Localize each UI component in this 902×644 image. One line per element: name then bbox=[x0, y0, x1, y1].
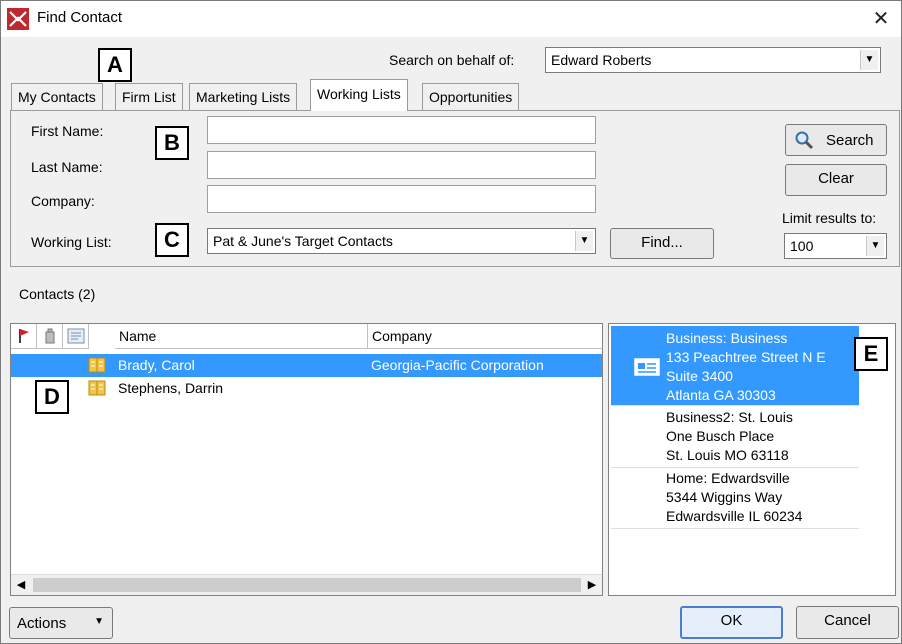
tab-my-contacts[interactable]: My Contacts bbox=[11, 83, 103, 110]
table-row[interactable]: Brady, Carol Georgia-Pacific Corporation bbox=[11, 354, 602, 377]
table-row[interactable]: Stephens, Darrin bbox=[11, 377, 602, 400]
chevron-down-icon[interactable]: ▼ bbox=[866, 236, 884, 256]
address-line: Business: Business bbox=[666, 330, 788, 346]
list-item[interactable]: Business: Business 133 Peachtree Street … bbox=[611, 326, 859, 406]
list-item[interactable]: Home: Edwardsville 5344 Wiggins Way Edwa… bbox=[611, 468, 859, 529]
find-contact-window: Find Contact ✕ A Search on behalf of: Ed… bbox=[0, 0, 902, 644]
building-column-header[interactable] bbox=[37, 324, 63, 349]
card-icon bbox=[67, 328, 85, 344]
company-column-header[interactable]: Company bbox=[368, 324, 602, 349]
first-name-input[interactable] bbox=[207, 116, 596, 144]
last-name-label: Last Name: bbox=[31, 159, 103, 175]
address-line: 133 Peachtree Street N E bbox=[666, 349, 826, 365]
flag-icon bbox=[19, 329, 29, 343]
working-list-value: Pat & June's Target Contacts bbox=[213, 233, 393, 249]
address-line: Home: Edwardsville bbox=[666, 470, 790, 486]
list-item[interactable]: Business2: St. Louis One Busch Place St.… bbox=[611, 407, 859, 468]
callout-c: C bbox=[155, 223, 189, 257]
address-card-icon bbox=[634, 358, 660, 376]
name-column-header[interactable]: Name bbox=[115, 324, 368, 349]
app-logo-icon bbox=[7, 8, 29, 30]
actions-button-label: Actions bbox=[17, 615, 67, 632]
callout-a: A bbox=[98, 48, 132, 82]
limit-value: 100 bbox=[790, 238, 814, 254]
scroll-thumb[interactable] bbox=[33, 578, 581, 592]
behalf-label: Search on behalf of: bbox=[389, 52, 515, 68]
address-line: Edwardsville IL 60234 bbox=[666, 508, 803, 524]
scroll-right-icon[interactable]: ▶ bbox=[582, 575, 602, 595]
building-icon bbox=[45, 328, 55, 344]
search-button[interactable]: Search bbox=[785, 124, 887, 156]
callout-e: E bbox=[854, 337, 888, 371]
limit-select[interactable]: 100 ▼ bbox=[784, 233, 887, 259]
last-name-input[interactable] bbox=[207, 151, 596, 179]
address-line: Suite 3400 bbox=[666, 368, 733, 384]
chevron-down-icon[interactable]: ▼ bbox=[860, 50, 878, 70]
card-column-header[interactable] bbox=[63, 324, 89, 349]
address-panel[interactable]: Business: Business 133 Peachtree Street … bbox=[608, 323, 896, 596]
company-label: Company: bbox=[31, 193, 95, 209]
working-list-select[interactable]: Pat & June's Target Contacts ▼ bbox=[207, 228, 596, 254]
callout-d: D bbox=[35, 380, 69, 414]
tab-opportunities[interactable]: Opportunities bbox=[422, 83, 520, 110]
address-line: 5344 Wiggins Way bbox=[666, 489, 783, 505]
contact-card-icon bbox=[88, 380, 106, 396]
actions-button[interactable]: Actions ▼ bbox=[9, 607, 113, 639]
contact-name: Brady, Carol bbox=[118, 357, 195, 373]
behalf-select[interactable]: Edward Roberts ▼ bbox=[545, 47, 881, 73]
address-line: One Busch Place bbox=[666, 428, 775, 444]
flag-column-header[interactable] bbox=[11, 324, 37, 349]
limit-label: Limit results to: bbox=[782, 210, 877, 226]
contacts-heading: Contacts (2) bbox=[19, 286, 96, 302]
find-button[interactable]: Find... bbox=[610, 228, 714, 259]
tab-marketing-lists[interactable]: Marketing Lists bbox=[189, 83, 298, 110]
close-button[interactable]: ✕ bbox=[869, 7, 893, 31]
contacts-list[interactable]: Name Company Brady, Carol Georgia-Pacifi… bbox=[10, 323, 603, 596]
first-name-label: First Name: bbox=[31, 123, 104, 139]
contact-card-icon bbox=[88, 357, 106, 373]
address-line: Atlanta GA 30303 bbox=[666, 387, 776, 403]
window-title: Find Contact bbox=[37, 9, 123, 26]
contact-company: Georgia-Pacific Corporation bbox=[371, 357, 544, 373]
clear-button[interactable]: Clear bbox=[785, 164, 887, 196]
ok-button[interactable]: OK bbox=[680, 606, 783, 639]
chevron-down-icon[interactable]: ▼ bbox=[575, 231, 593, 251]
title-bar: Find Contact ✕ bbox=[1, 1, 901, 37]
magnifier-icon bbox=[795, 131, 814, 150]
address-line: Business2: St. Louis bbox=[666, 409, 793, 425]
company-input[interactable] bbox=[207, 185, 596, 213]
search-button-label: Search bbox=[826, 132, 874, 149]
close-icon: ✕ bbox=[872, 8, 890, 30]
address-line: St. Louis MO 63118 bbox=[666, 447, 789, 463]
contact-name: Stephens, Darrin bbox=[118, 380, 224, 396]
tab-firm-list[interactable]: Firm List bbox=[115, 83, 183, 110]
horizontal-scrollbar[interactable]: ◀ ▶ bbox=[11, 574, 602, 595]
chevron-down-icon: ▼ bbox=[94, 616, 104, 627]
callout-b: B bbox=[155, 126, 189, 160]
cancel-button[interactable]: Cancel bbox=[796, 606, 899, 639]
scroll-left-icon[interactable]: ◀ bbox=[11, 575, 31, 595]
working-list-label: Working List: bbox=[31, 234, 112, 250]
behalf-value: Edward Roberts bbox=[551, 52, 652, 68]
tab-working-lists[interactable]: Working Lists bbox=[310, 79, 408, 111]
